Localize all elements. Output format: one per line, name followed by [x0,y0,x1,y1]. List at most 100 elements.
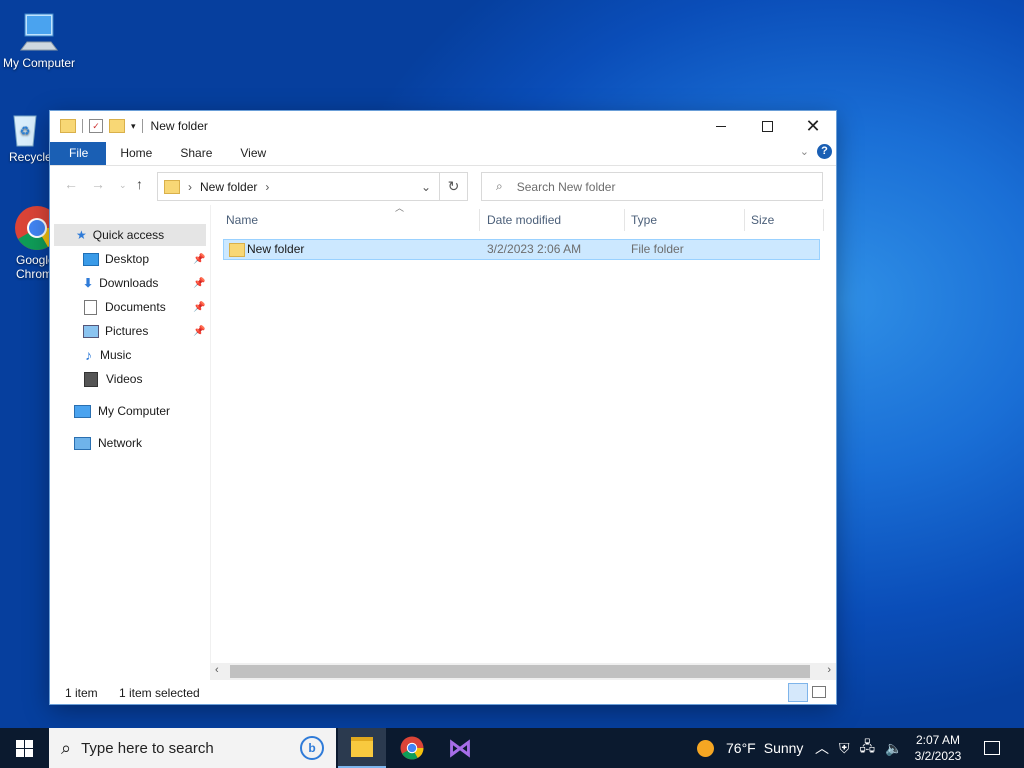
scrollbar-thumb[interactable] [230,665,810,678]
column-headers: ︿ Name Date modified Type Size [220,203,824,231]
show-hidden-icons-button[interactable]: ︿ [815,738,829,758]
scroll-left-icon[interactable]: ‹ [215,664,219,676]
breadcrumb-chevron-icon[interactable]: › [265,180,269,194]
scroll-right-icon[interactable]: › [827,664,831,676]
up-button[interactable]: ↑ [136,176,143,192]
nav-label: Network [98,436,143,450]
search-box[interactable]: ⌕ Search New folder [481,172,823,201]
taskbar-chrome[interactable] [388,728,436,768]
file-type: File folder [631,242,684,256]
recent-locations-button[interactable]: ⌄ [119,180,127,191]
refresh-button[interactable]: ↻ [439,172,468,201]
expand-ribbon-icon[interactable]: ⌄ [800,145,809,158]
chrome-icon [14,205,50,251]
properties-icon[interactable]: ✓ [89,119,103,133]
nav-label: Documents [105,300,166,314]
computer-icon [74,404,91,418]
selection-count: 1 item selected [119,686,200,700]
windows-icon [15,739,33,757]
help-icon[interactable]: ? [817,144,832,159]
table-row[interactable]: New folder 3/2/2023 2:06 AM File folder [223,239,820,260]
nav-label: Quick access [92,228,165,242]
title-bar[interactable]: ✓ ▾ New folder ✕ [50,111,836,141]
desktop-icon-google-chrome[interactable]: Google Chrome [0,205,50,281]
navigation-pane: ★ Quick access Desktop 📌 ⬇ Downloads 📌 D… [50,216,210,666]
item-count: 1 item [65,686,98,700]
toolbar-separator [82,119,83,133]
new-folder-icon[interactable] [109,119,125,133]
tab-home[interactable]: Home [106,142,166,165]
nav-item-downloads[interactable]: ⬇ Downloads 📌 [50,272,210,294]
quick-access-toolbar: ✓ ▾ [50,119,143,133]
nav-item-desktop[interactable]: Desktop 📌 [50,248,210,270]
pin-icon: 📌 [193,301,206,313]
tab-view[interactable]: View [226,142,280,165]
close-button[interactable]: ✕ [790,111,836,141]
customize-toolbar-icon[interactable]: ▾ [131,121,136,132]
music-icon: ♪ [85,347,92,363]
taskbar-visual-studio[interactable]: ⋈ [436,728,484,768]
breadcrumb-item[interactable]: New folder [200,180,257,194]
back-button[interactable]: ← [64,176,78,192]
clock-time: 2:07 AM [915,733,961,747]
nav-item-my-computer[interactable]: My Computer [50,400,210,422]
security-icon[interactable]: ⛨ [839,740,850,757]
chrome-icon [400,736,424,760]
desktop-icon-label: My Computer [2,56,76,70]
nav-item-videos[interactable]: Videos [50,368,210,390]
nav-item-documents[interactable]: Documents 📌 [50,296,210,318]
file-explorer-icon [351,737,373,757]
notifications-button[interactable] [970,728,1014,768]
address-dropdown-icon[interactable]: ⌄ [421,180,431,194]
search-input[interactable]: Search New folder [517,180,616,194]
desktop-icon-my-computer[interactable]: My Computer [0,10,78,70]
desktop-icon-recycle-bin[interactable]: ♻ Recycle [0,108,50,164]
taskbar-search-box[interactable]: ⌕ Type here to search b [49,728,336,768]
forward-button[interactable]: → [91,176,105,192]
minimize-button[interactable] [698,111,744,141]
volume-icon[interactable]: 🔈 [885,740,902,757]
column-header-type[interactable]: Type [625,209,745,231]
clock-date: 3/2/2023 [914,749,962,763]
pin-icon: 📌 [193,277,206,289]
computer-icon [17,10,61,54]
network-icon [74,436,91,450]
status-bar: 1 item 1 item selected [50,682,836,704]
taskbar-file-explorer[interactable] [338,728,386,768]
tab-share[interactable]: Share [166,142,226,165]
refresh-icon: ↻ [447,178,460,194]
clock[interactable]: 2:07 AM 3/2/2023 [906,732,970,764]
start-button[interactable] [0,728,48,768]
weather-widget[interactable]: 76°F Sunny [697,728,803,768]
column-header-date-modified[interactable]: Date modified [481,209,625,231]
folder-icon [60,119,76,133]
search-icon: ⌕ [61,737,72,758]
svg-text:♻: ♻ [20,124,31,138]
nav-label: My Computer [98,404,171,418]
taskbar-search-input[interactable]: Type here to search [81,740,214,757]
desktop-icon [83,252,99,266]
nav-label: Music [100,348,132,362]
minimize-icon [716,125,726,127]
videos-icon [84,371,98,387]
maximize-button[interactable] [744,111,790,141]
bing-icon[interactable]: b [300,736,324,760]
close-icon: ✕ [805,115,821,136]
nav-item-network[interactable]: Network [50,432,210,454]
nav-item-quick-access[interactable]: ★ Quick access [54,224,206,246]
tab-file[interactable]: File [50,142,107,165]
nav-item-pictures[interactable]: Pictures 📌 [50,320,210,342]
horizontal-scrollbar[interactable]: ‹ › [210,663,836,680]
nav-item-music[interactable]: ♪ Music [50,344,210,366]
folder-icon [229,243,245,257]
column-header-size[interactable]: Size [745,209,824,231]
nav-label: Videos [106,372,143,386]
column-header-name[interactable]: Name [220,209,480,231]
address-bar[interactable]: › New folder › ⌄ [157,172,440,201]
details-view-icon[interactable] [788,683,808,702]
network-icon[interactable]: 🖧 [860,736,876,760]
maximize-icon [761,120,773,132]
weather-temp: 76°F [726,740,756,756]
large-icons-view-icon[interactable] [812,686,826,698]
pane-divider[interactable] [210,205,211,675]
